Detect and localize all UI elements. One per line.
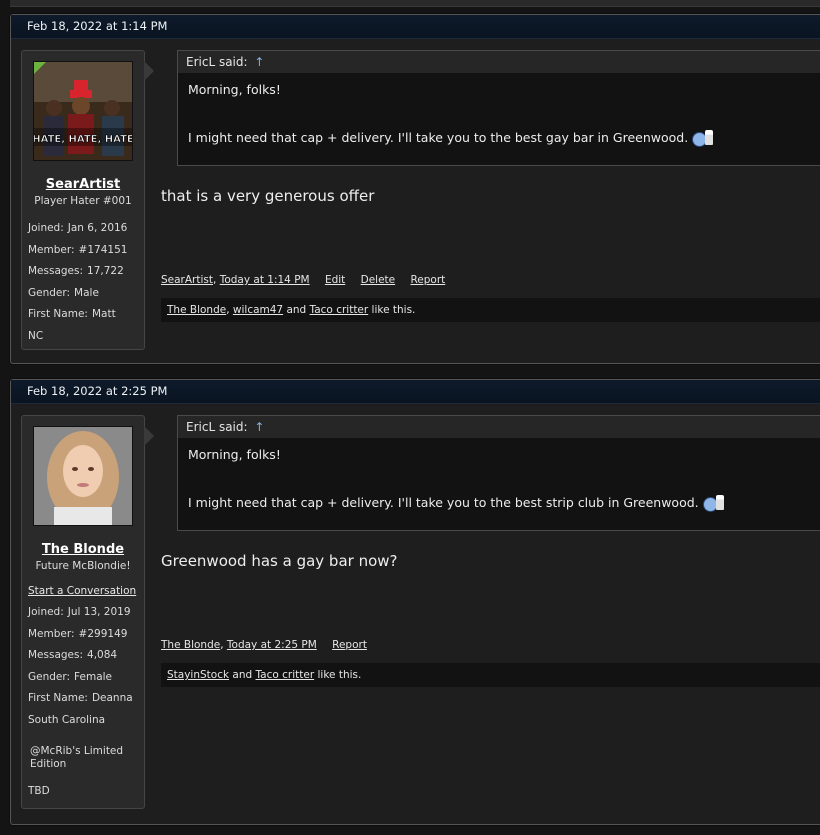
post: Feb 18, 2022 at 2:25 PM The Blonde Futur… — [10, 379, 820, 825]
start-conversation-link[interactable]: Start a Conversation — [22, 584, 144, 605]
message-content: EricL said: ↑ Morning, folks! I might ne… — [161, 50, 820, 360]
quote-line: Morning, folks! — [188, 82, 281, 97]
avatar-image — [34, 427, 132, 525]
username[interactable]: The Blonde — [22, 542, 144, 557]
user-stats: Joined: Jul 13, 2019 Member: #299149 Messa… — [22, 605, 144, 797]
signature-line: TBD — [28, 784, 50, 797]
first-name-row: First Name: Matt — [28, 308, 116, 321]
report-link[interactable]: Report — [410, 274, 445, 286]
up-arrow-icon[interactable]: ↑ — [254, 420, 264, 434]
post-time-link[interactable]: Today at 1:14 PM — [220, 274, 310, 286]
user-title: Player Hater #001 — [34, 195, 132, 207]
post-text: that is a very generous offer — [161, 187, 375, 205]
author-link[interactable]: The Blonde — [161, 639, 220, 651]
liker-link[interactable]: StayinStock — [167, 669, 229, 681]
liker-link[interactable]: wilcam47 — [233, 304, 283, 316]
user-info-pane: HATE, HATE, HATE SearArtist Player Hater… — [21, 50, 154, 351]
liker-link[interactable]: The Blonde — [167, 304, 226, 316]
quote-header: EricL said: ↑ — [178, 416, 820, 438]
post-text: Greenwood has a gay bar now? — [161, 552, 398, 570]
author-link[interactable]: SearArtist — [161, 274, 213, 286]
quote-line: Morning, folks! — [188, 447, 281, 462]
member-row: Member: #299149 — [28, 627, 128, 640]
messages-row: Messages: 4,084 — [28, 649, 118, 662]
likes-summary: The Blonde, wilcam47 and Taco critter li… — [161, 298, 820, 322]
up-arrow-icon[interactable]: ↑ — [254, 55, 264, 69]
location: NC — [28, 329, 44, 342]
message-content: EricL said: ↑ Morning, folks! I might ne… — [161, 415, 820, 815]
quote-line: I might need that cap + delivery. I'll t… — [188, 130, 816, 147]
avatar[interactable] — [33, 426, 133, 526]
quote-line: I might need that cap + delivery. I'll t… — [188, 495, 816, 512]
joined-row: Joined: Jul 13, 2019 — [28, 606, 131, 618]
quote-header: EricL said: ↑ — [178, 51, 820, 73]
avatar[interactable]: HATE, HATE, HATE — [33, 61, 133, 161]
user-title: Future McBlondie! — [35, 560, 131, 572]
first-name-row: First Name: Deanna — [28, 692, 133, 705]
username[interactable]: SearArtist — [22, 177, 144, 192]
post-timestamp: Feb 18, 2022 at 2:25 PM — [11, 380, 820, 404]
pane-pointer — [144, 426, 154, 446]
edit-link[interactable]: Edit — [325, 274, 345, 286]
user-stats: Joined: Jan 6, 2016 Member: #174151 Messag… — [22, 221, 144, 351]
avatar-image: HATE, HATE, HATE — [34, 62, 132, 160]
liker-link[interactable]: Taco critter — [310, 304, 369, 316]
quote-author: EricL said: — [186, 420, 248, 434]
post: Feb 18, 2022 at 1:14 PM HATE, HATE, HATE… — [10, 14, 820, 364]
report-link[interactable]: Report — [332, 639, 367, 651]
messages-row: Messages: 17,722 — [28, 265, 124, 278]
location: South Carolina — [28, 713, 106, 726]
svg-text:HATE, HATE, HATE: HATE, HATE, HATE — [34, 134, 132, 145]
quote-author: EricL said: — [186, 55, 248, 69]
signature-line: @McRib's Limited Edition — [30, 744, 124, 770]
delete-link[interactable]: Delete — [361, 274, 396, 286]
post-meta: The Blonde, Today at 2:25 PM Report — [161, 639, 367, 651]
quote-body: Morning, folks! I might need that cap + … — [178, 73, 820, 153]
post-time-link[interactable]: Today at 2:25 PM — [227, 639, 317, 651]
thumbs-up-smiley-icon — [692, 130, 714, 147]
user-info-pane: The Blonde Future McBlondie! Start a Con… — [21, 415, 154, 809]
liker-link[interactable]: Taco critter — [256, 669, 315, 681]
gender-row: Gender: Male — [28, 286, 99, 299]
likes-summary: StayinStock and Taco critter like this. — [161, 663, 820, 687]
thumbs-up-smiley-icon — [702, 495, 725, 512]
quote-body: Morning, folks! I might need that cap + … — [178, 438, 820, 518]
gender-row: Gender: Female — [28, 670, 113, 683]
quote-block: EricL said: ↑ Morning, folks! I might ne… — [177, 415, 820, 531]
pane-pointer — [144, 61, 154, 81]
post-timestamp: Feb 18, 2022 at 1:14 PM — [11, 15, 820, 39]
post-meta: SearArtist, Today at 1:14 PM Edit Delete… — [161, 274, 446, 286]
joined-row: Joined: Jan 6, 2016 — [28, 222, 128, 234]
quote-block: EricL said: ↑ Morning, folks! I might ne… — [177, 50, 820, 166]
previous-post-edge — [10, 0, 820, 7]
member-row: Member: #174151 — [28, 243, 128, 256]
